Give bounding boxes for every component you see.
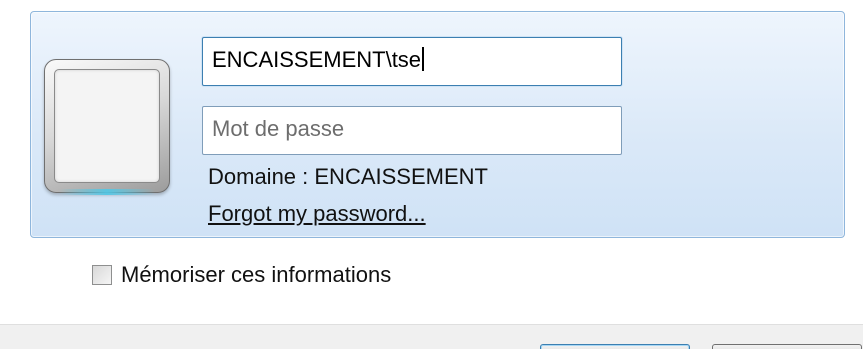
username-value: ENCAISSEMENT\tse: [212, 47, 422, 72]
ok-button[interactable]: [540, 344, 690, 349]
domain-label: Domaine : ENCAISSEMENT: [208, 164, 488, 189]
user-tile-icon: [44, 59, 170, 195]
cancel-button[interactable]: [712, 344, 862, 349]
remember-label[interactable]: Mémoriser ces informations: [121, 262, 391, 288]
user-tile-frame: [54, 69, 160, 183]
forgot-password-link[interactable]: Forgot my password...: [208, 201, 426, 227]
password-input[interactable]: Mot de passe: [202, 106, 622, 155]
remember-checkbox[interactable]: [92, 265, 112, 285]
user-tile-glow: [59, 189, 155, 195]
text-caret: [422, 47, 425, 72]
credential-dialog: ENCAISSEMENT\tse Mot de passe Domaine : …: [0, 0, 863, 349]
password-placeholder: Mot de passe: [212, 116, 345, 141]
username-input[interactable]: ENCAISSEMENT\tse: [202, 37, 622, 86]
